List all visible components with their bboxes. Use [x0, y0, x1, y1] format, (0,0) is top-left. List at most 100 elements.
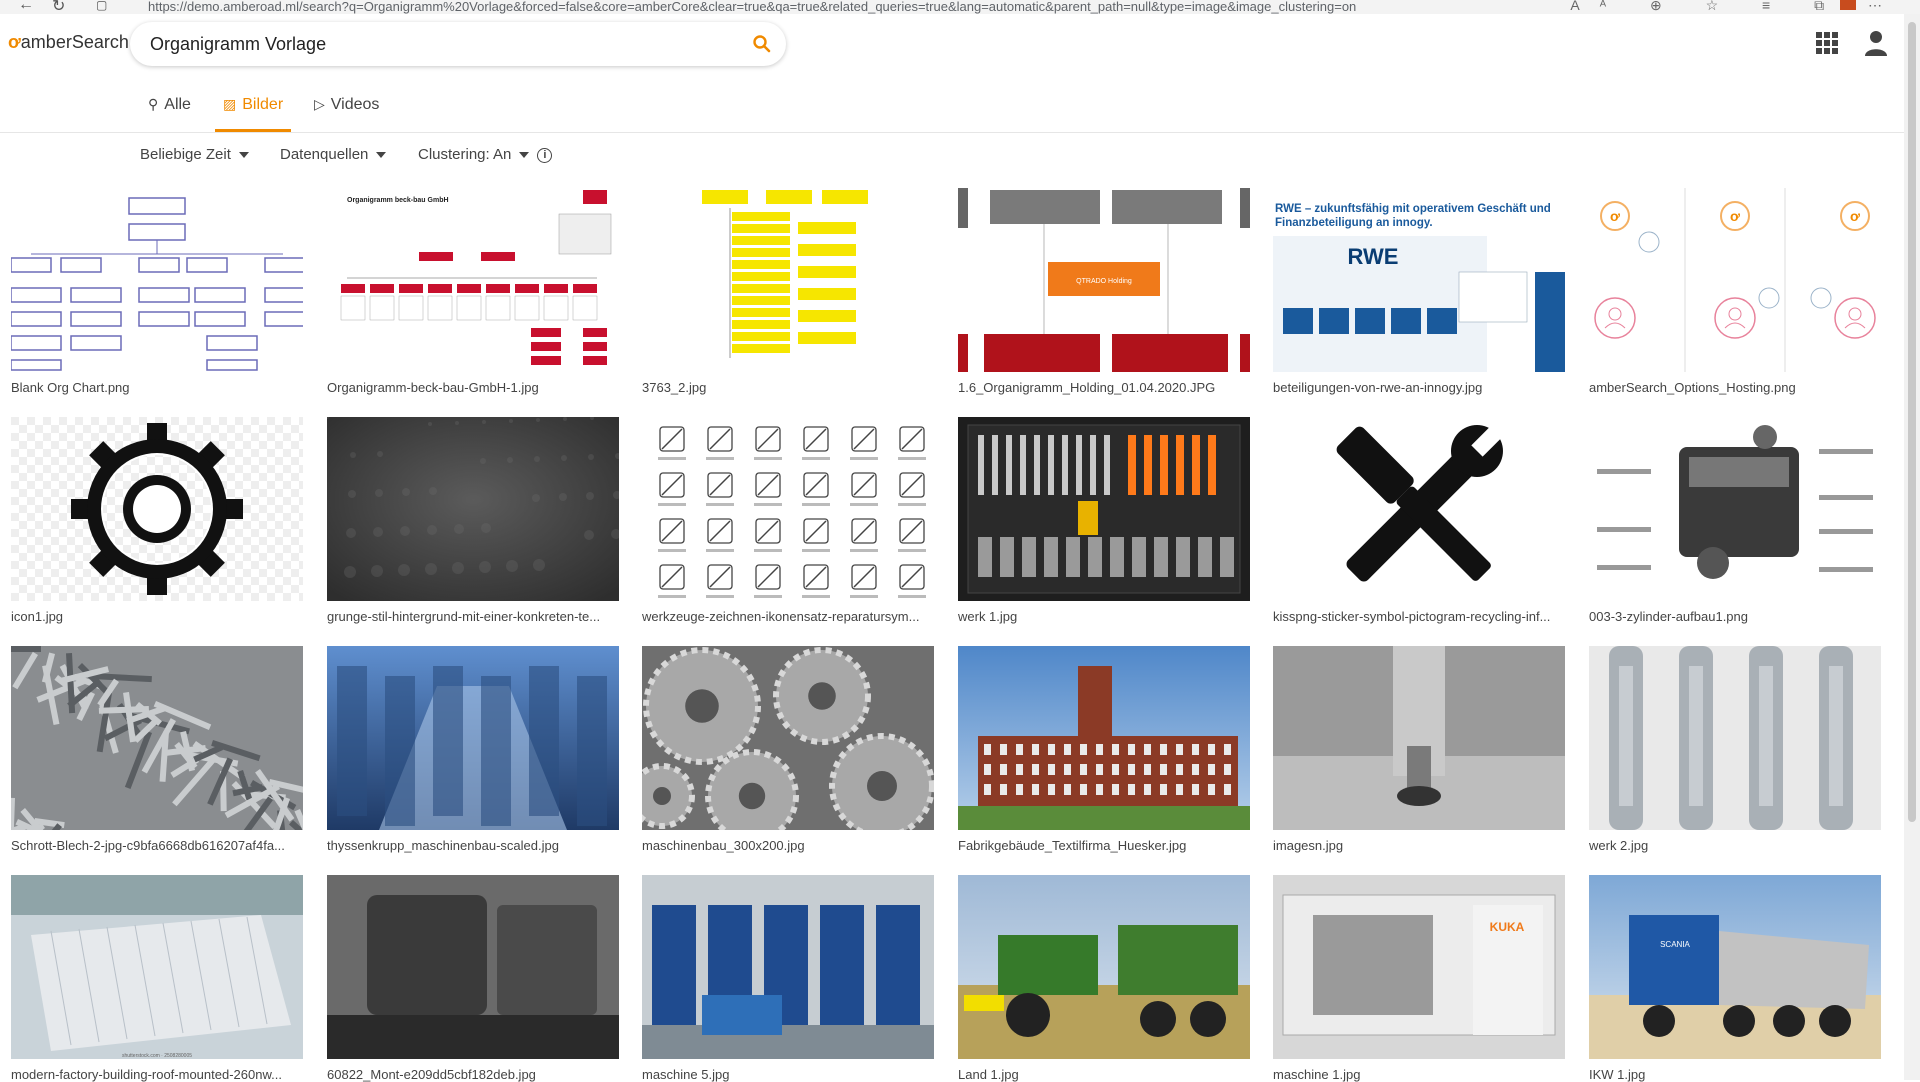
svg-text:ơ: ơ — [1610, 208, 1620, 224]
caret-down-icon — [238, 152, 249, 159]
image-result-card[interactable]: icon1.jpg — [11, 417, 303, 624]
image-caption[interactable]: werk 1.jpg — [958, 609, 1250, 624]
image-result-card[interactable]: imagesn.jpg — [1273, 646, 1565, 853]
image-caption[interactable]: maschinenbau_300x200.jpg — [642, 838, 934, 853]
image-thumbnail[interactable] — [642, 188, 934, 372]
image-thumbnail[interactable] — [1589, 417, 1881, 601]
image-caption[interactable]: Schrott-Blech-2-jpg-c9bfa6668db616207af4… — [11, 838, 303, 853]
image-caption[interactable]: imagesn.jpg — [1273, 838, 1565, 853]
image-result-card[interactable]: 003-3-zylinder-aufbau1.png — [1589, 417, 1881, 624]
image-thumbnail[interactable] — [1273, 646, 1565, 830]
clustering-filter-label: Clustering: An — [418, 146, 512, 163]
clustering-filter-dropdown[interactable]: Clustering: An i — [418, 146, 553, 163]
search-input[interactable] — [150, 32, 730, 56]
image-thumbnail[interactable] — [327, 875, 619, 1059]
apps-grid-icon[interactable] — [1816, 32, 1838, 54]
reload-icon[interactable]: ↻ — [52, 0, 65, 16]
image-caption[interactable]: werkzeuge-zeichnen-ikonensatz-reparaturs… — [642, 609, 934, 624]
image-result-card[interactable]: kisspng-sticker-symbol-pictogram-recycli… — [1273, 417, 1565, 624]
scrollbar-thumb[interactable] — [1908, 22, 1916, 822]
image-result-card[interactable]: maschinenbau_300x200.jpg — [642, 646, 934, 853]
image-caption[interactable]: Blank Org Chart.png — [11, 380, 303, 395]
svg-text:KUKA: KUKA — [1490, 920, 1525, 934]
image-result-card[interactable]: ơ ơ ơ amberSearch_Options_Hosting.png — [1589, 188, 1881, 395]
svg-text:Finanzbeteiligung an innogy.: Finanzbeteiligung an innogy. — [1275, 217, 1433, 229]
image-caption[interactable]: icon1.jpg — [11, 609, 303, 624]
image-caption[interactable]: amberSearch_Options_Hosting.png — [1589, 380, 1881, 395]
image-result-card[interactable]: maschine 5.jpg — [642, 875, 934, 1082]
image-thumbnail[interactable] — [1589, 646, 1881, 830]
info-icon[interactable]: i — [537, 147, 553, 163]
page-scrollbar[interactable] — [1904, 14, 1920, 1080]
image-result-card[interactable]: QTRADO Holding 1.6_Organigramm_Holding_01… — [958, 188, 1250, 395]
image-thumbnail[interactable] — [642, 646, 934, 830]
image-thumbnail[interactable] — [11, 646, 303, 830]
image-thumbnail[interactable] — [958, 417, 1250, 601]
tab-label: Alle — [164, 96, 191, 113]
image-thumbnail[interactable] — [327, 646, 619, 830]
back-arrow-icon[interactable]: ← — [18, 0, 34, 14]
image-thumbnail[interactable] — [958, 875, 1250, 1059]
image-result-card[interactable]: thyssenkrupp_maschinenbau-scaled.jpg — [327, 646, 619, 853]
search-bar[interactable] — [130, 22, 786, 66]
image-caption[interactable]: werk 2.jpg — [1589, 838, 1881, 853]
image-result-card[interactable]: RWE – zukunftsfähig mit operativem Gesch… — [1273, 188, 1565, 395]
image-caption[interactable]: Fabrikgebäude_Textilfirma_Huesker.jpg — [958, 838, 1250, 853]
image-result-card[interactable]: Organigramm beck-bau GmbH Organigramm-bec… — [327, 188, 619, 395]
image-result-card[interactable]: shutterstock.com · 2508280005 modern-fact… — [11, 875, 303, 1082]
image-thumbnail[interactable]: shutterstock.com · 2508280005 — [11, 875, 303, 1059]
sources-filter-dropdown[interactable]: Datenquellen — [280, 146, 387, 163]
image-caption[interactable]: kisspng-sticker-symbol-pictogram-recycli… — [1273, 609, 1565, 624]
image-result-card[interactable]: Schrott-Blech-2-jpg-c9bfa6668db616207af4… — [11, 646, 303, 853]
search-icon[interactable] — [752, 34, 772, 54]
image-result-card[interactable]: werkzeuge-zeichnen-ikonensatz-reparaturs… — [642, 417, 934, 624]
image-caption[interactable]: Organigramm-beck-bau-GmbH-1.jpg — [327, 380, 619, 395]
image-result-card[interactable]: werk 2.jpg — [1589, 646, 1881, 853]
search-icon: ⚲ — [148, 96, 159, 112]
caret-down-icon — [519, 152, 530, 159]
user-account-icon[interactable] — [1864, 30, 1888, 56]
caret-down-icon — [376, 152, 387, 159]
image-result-card[interactable]: Fabrikgebäude_Textilfirma_Huesker.jpg — [958, 646, 1250, 853]
image-thumbnail[interactable]: SCANIA — [1589, 875, 1881, 1059]
image-caption[interactable]: beteiligungen-von-rwe-an-innogy.jpg — [1273, 380, 1565, 395]
image-caption[interactable]: 1.6_Organigramm_Holding_01.04.2020.JPG — [958, 380, 1250, 395]
image-caption[interactable]: 3763_2.jpg — [642, 380, 934, 395]
image-result-card[interactable]: 60822_Mont-e209dd5cbf182deb.jpg — [327, 875, 619, 1082]
image-thumbnail[interactable] — [11, 417, 303, 601]
image-thumbnail[interactable] — [11, 188, 303, 372]
image-result-card[interactable]: werk 1.jpg — [958, 417, 1250, 624]
page-info-icon[interactable]: ▢ — [96, 0, 107, 12]
extension-icon[interactable] — [1840, 0, 1856, 10]
tab-videos[interactable]: ▷ Videos — [306, 96, 387, 132]
image-thumbnail[interactable] — [642, 875, 934, 1059]
tabs-divider — [0, 132, 1904, 133]
image-caption[interactable]: 003-3-zylinder-aufbau1.png — [1589, 609, 1881, 624]
address-bar[interactable]: https://demo.amberoad.ml/search?q=Organi… — [148, 0, 1356, 14]
image-result-card[interactable]: 3763_2.jpg — [642, 188, 934, 395]
browser-toolbar: ← ↻ ▢ https://demo.amberoad.ml/search?q=… — [0, 0, 1920, 16]
tab-bilder[interactable]: ▨ Bilder — [215, 96, 292, 132]
logo[interactable]: ơamberSearch — [8, 32, 129, 53]
tab-alle[interactable]: ⚲ Alle — [140, 96, 199, 132]
image-thumbnail[interactable]: KUKA — [1273, 875, 1565, 1059]
image-caption[interactable]: grunge-stil-hintergrund-mit-einer-konkre… — [327, 609, 619, 624]
image-thumbnail[interactable]: Organigramm beck-bau GmbH — [327, 188, 619, 372]
image-result-card[interactable]: grunge-stil-hintergrund-mit-einer-konkre… — [327, 417, 619, 624]
image-thumbnail[interactable] — [1273, 417, 1565, 601]
svg-text:ơ: ơ — [1850, 208, 1860, 224]
image-result-card[interactable]: KUKA maschine 1.jpg — [1273, 875, 1565, 1082]
image-caption[interactable]: thyssenkrupp_maschinenbau-scaled.jpg — [327, 838, 619, 853]
image-thumbnail[interactable]: QTRADO Holding — [958, 188, 1250, 372]
image-thumbnail[interactable] — [958, 646, 1250, 830]
image-thumbnail[interactable] — [327, 417, 619, 601]
image-result-card[interactable]: Blank Org Chart.png — [11, 188, 303, 395]
time-filter-dropdown[interactable]: Beliebige Zeit — [140, 146, 249, 163]
logo-mark-icon: ơ — [8, 32, 21, 52]
video-icon: ▷ — [314, 96, 325, 112]
image-result-card[interactable]: SCANIA IKW 1.jpg — [1589, 875, 1881, 1082]
image-result-card[interactable]: Land 1.jpg — [958, 875, 1250, 1082]
image-thumbnail[interactable]: ơơơ — [1589, 188, 1881, 372]
image-thumbnail[interactable] — [642, 417, 934, 601]
image-thumbnail[interactable]: RWE – zukunftsfähig mit operativem Gesch… — [1273, 188, 1565, 372]
